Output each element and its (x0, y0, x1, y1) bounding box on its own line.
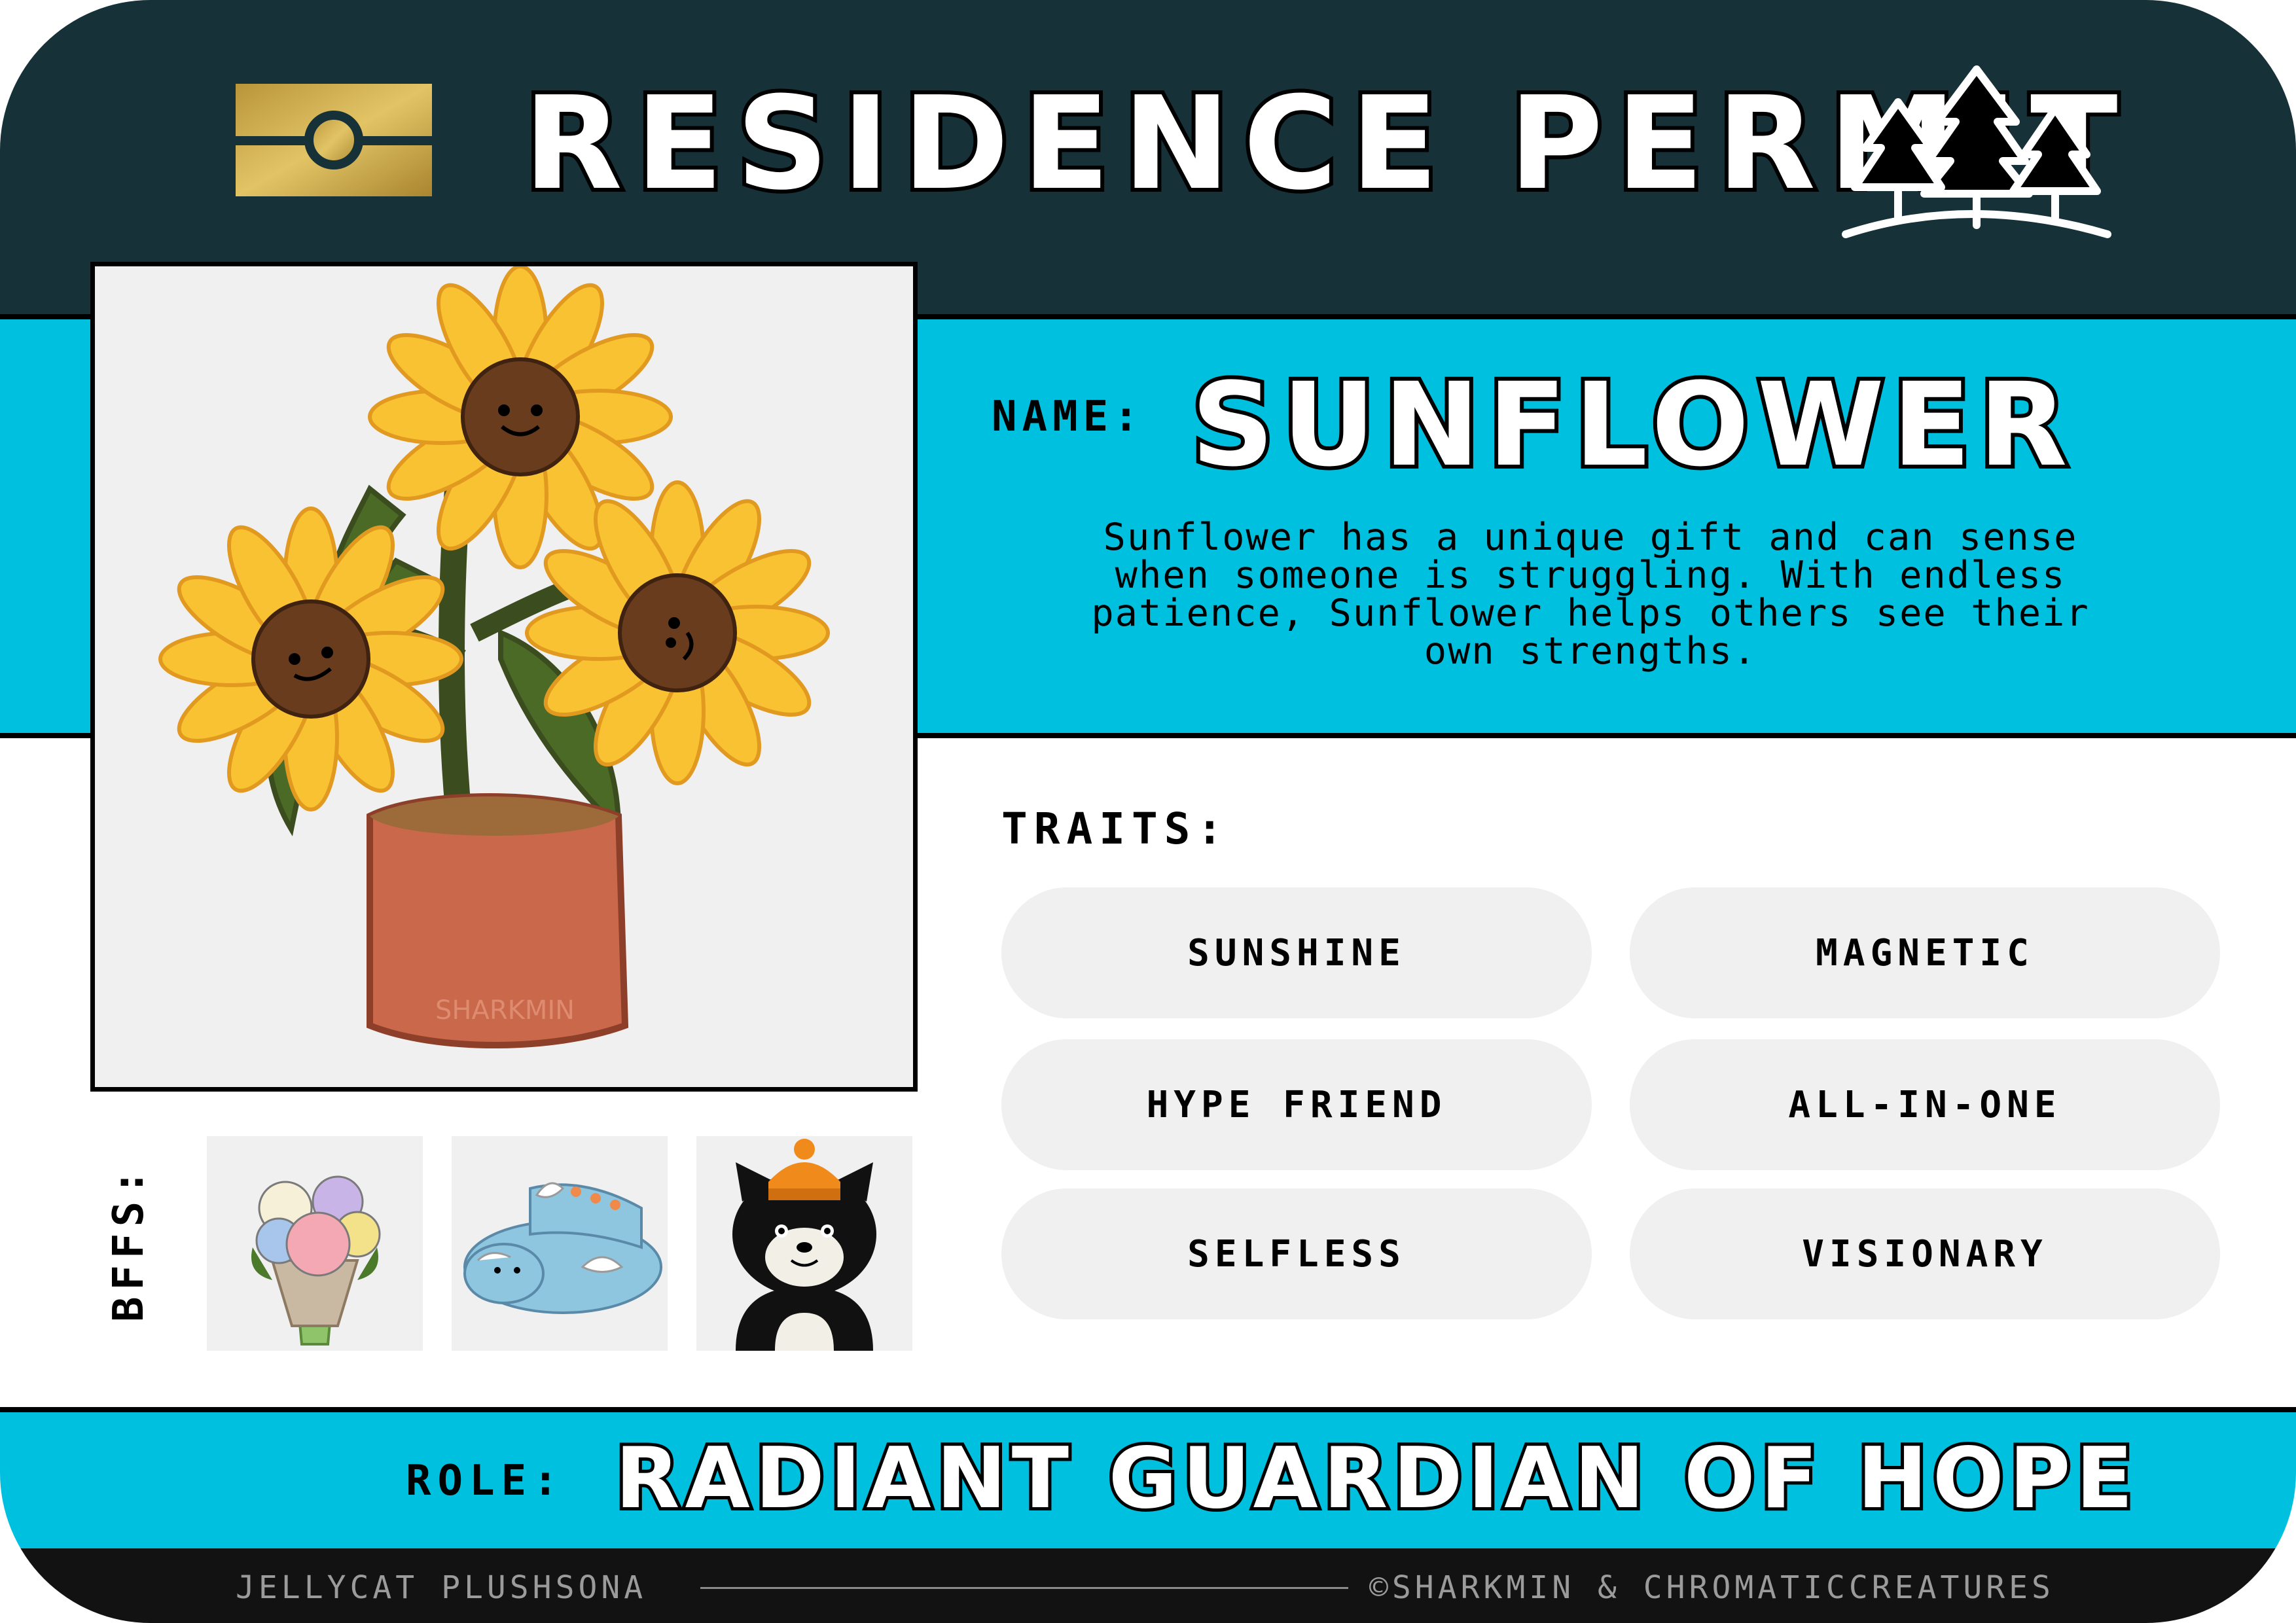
trait-pill: HYPE FRIEND (1001, 1039, 1592, 1170)
photo-signature: SHARKMIN (435, 995, 575, 1026)
bff-flower-bouquet-image (207, 1136, 423, 1351)
bffs-label: BFFS: (105, 1163, 153, 1322)
trait-pill: ALL-IN-ONE (1630, 1039, 2220, 1170)
name-label: NAME: (992, 393, 1144, 441)
traits-label: TRAITS: (1001, 804, 1230, 854)
character-name: SUNFLOWER (1187, 356, 2075, 495)
page-title: RESIDENCE PERMIT (520, 69, 2131, 219)
trait-pill: SELFLESS (1001, 1188, 1592, 1319)
trait-pill: MAGNETIC (1630, 887, 2220, 1018)
role-label: ROLE: (406, 1457, 565, 1505)
role-value: RADIANT GUARDIAN OF HOPE (612, 1427, 2138, 1531)
bff-black-cat-image (696, 1136, 912, 1351)
profile-photo: SHARKMIN (90, 262, 918, 1092)
pine-trees-icon (1839, 63, 2114, 243)
character-description: Sunflower has a unique gift and can sens… (1091, 516, 2090, 673)
trait-pill: SUNSHINE (1001, 887, 1592, 1018)
trait-pill: VISIONARY (1630, 1188, 2220, 1319)
gold-flag-icon (236, 84, 432, 196)
footer-divider (700, 1587, 1348, 1589)
footer-right-text: ©SHARKMIN & CHROMATICCREATURES (1369, 1569, 2054, 1606)
residence-permit-card: RESIDENCE PERMIT SHARKMIN NAME: SUNFLOWE… (0, 0, 2296, 1623)
footer-left-text: JELLYCAT PLUSHSONA (236, 1569, 647, 1606)
bff-blue-dragon-image (452, 1136, 668, 1351)
